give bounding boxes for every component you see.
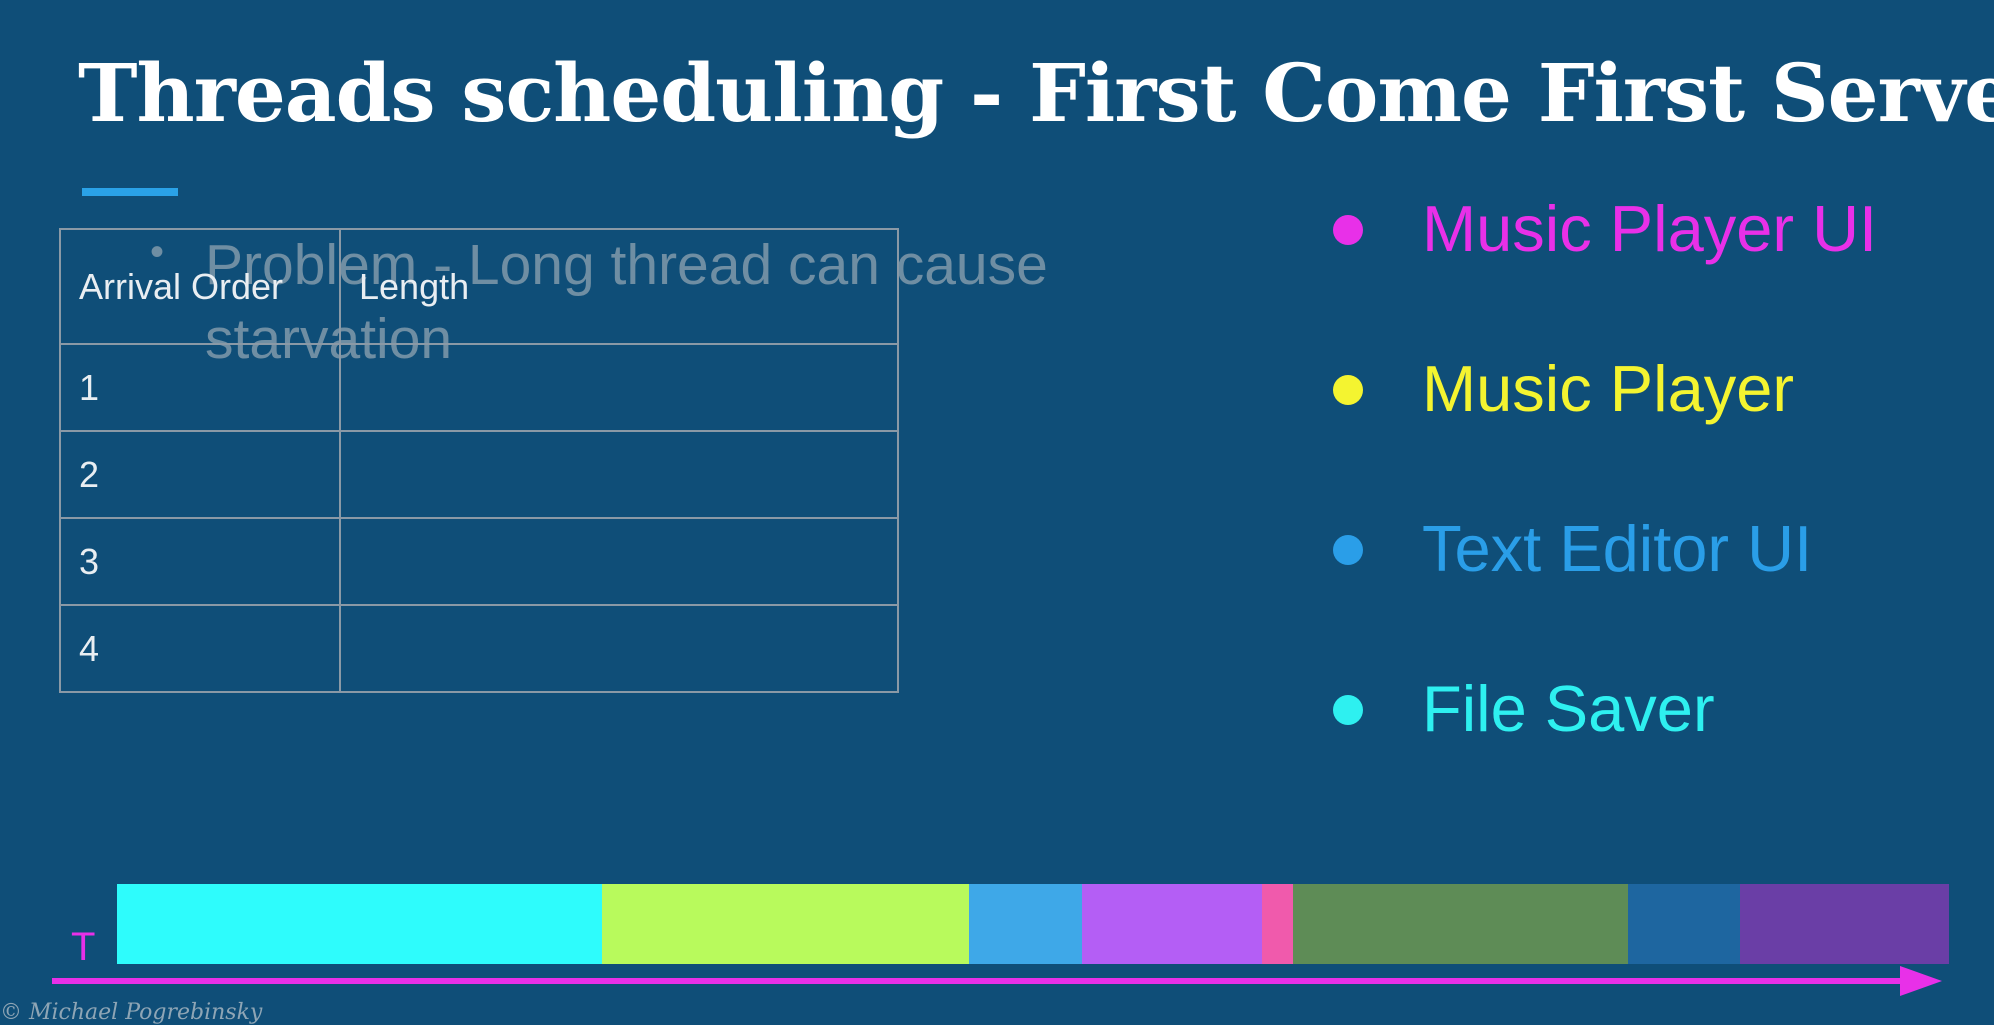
length-cell [339,430,899,519]
timeline-segment [1293,884,1629,964]
time-axis-label: T [71,925,96,969]
copyright-text: © Michael Pogrebinsky [0,1000,263,1025]
arrow-right-icon [1900,966,1942,996]
legend-label: Text Editor UI [1422,512,1813,585]
timeline-segment [1082,884,1262,964]
length-cell [339,343,899,432]
table-row: 4 [59,604,899,693]
arrival-order-cell: 3 [59,517,341,606]
bullet-dot-icon [1333,695,1363,725]
length-cell [339,517,899,606]
timeline-segment [1628,884,1741,964]
table-row: 3 [59,517,899,606]
timeline-segment [117,884,603,964]
arrival-order-cell: 2 [59,430,341,519]
header-length: Length [339,228,899,345]
schedule-timeline [117,884,1949,964]
header-arrival-order: Arrival Order [59,228,341,345]
legend-label: File Saver [1422,672,1715,745]
bullet-dot-icon [1333,215,1363,245]
bullet-dot-icon [1333,375,1363,405]
title-underline [82,188,178,196]
timeline-segment [1740,884,1949,964]
timeline-segment [602,884,969,964]
legend-label: Music Player [1422,352,1795,425]
arrival-order-cell: 1 [59,343,341,432]
slide-title: Threads scheduling - First Come First Se… [78,46,1994,140]
table-row: 2 [59,430,899,519]
time-axis-line [52,978,1912,984]
timeline-segment [1261,884,1294,964]
bullet-dot-icon [1333,535,1363,565]
timeline-segment [968,884,1083,964]
table-row: 1 [59,343,899,432]
arrival-order-cell: 4 [59,604,341,693]
legend-label: Music Player UI [1422,192,1878,265]
arrival-order-table: Arrival Order Length 1 2 3 4 [59,228,899,693]
length-cell [339,604,899,693]
table-header-row: Arrival Order Length [59,228,899,345]
